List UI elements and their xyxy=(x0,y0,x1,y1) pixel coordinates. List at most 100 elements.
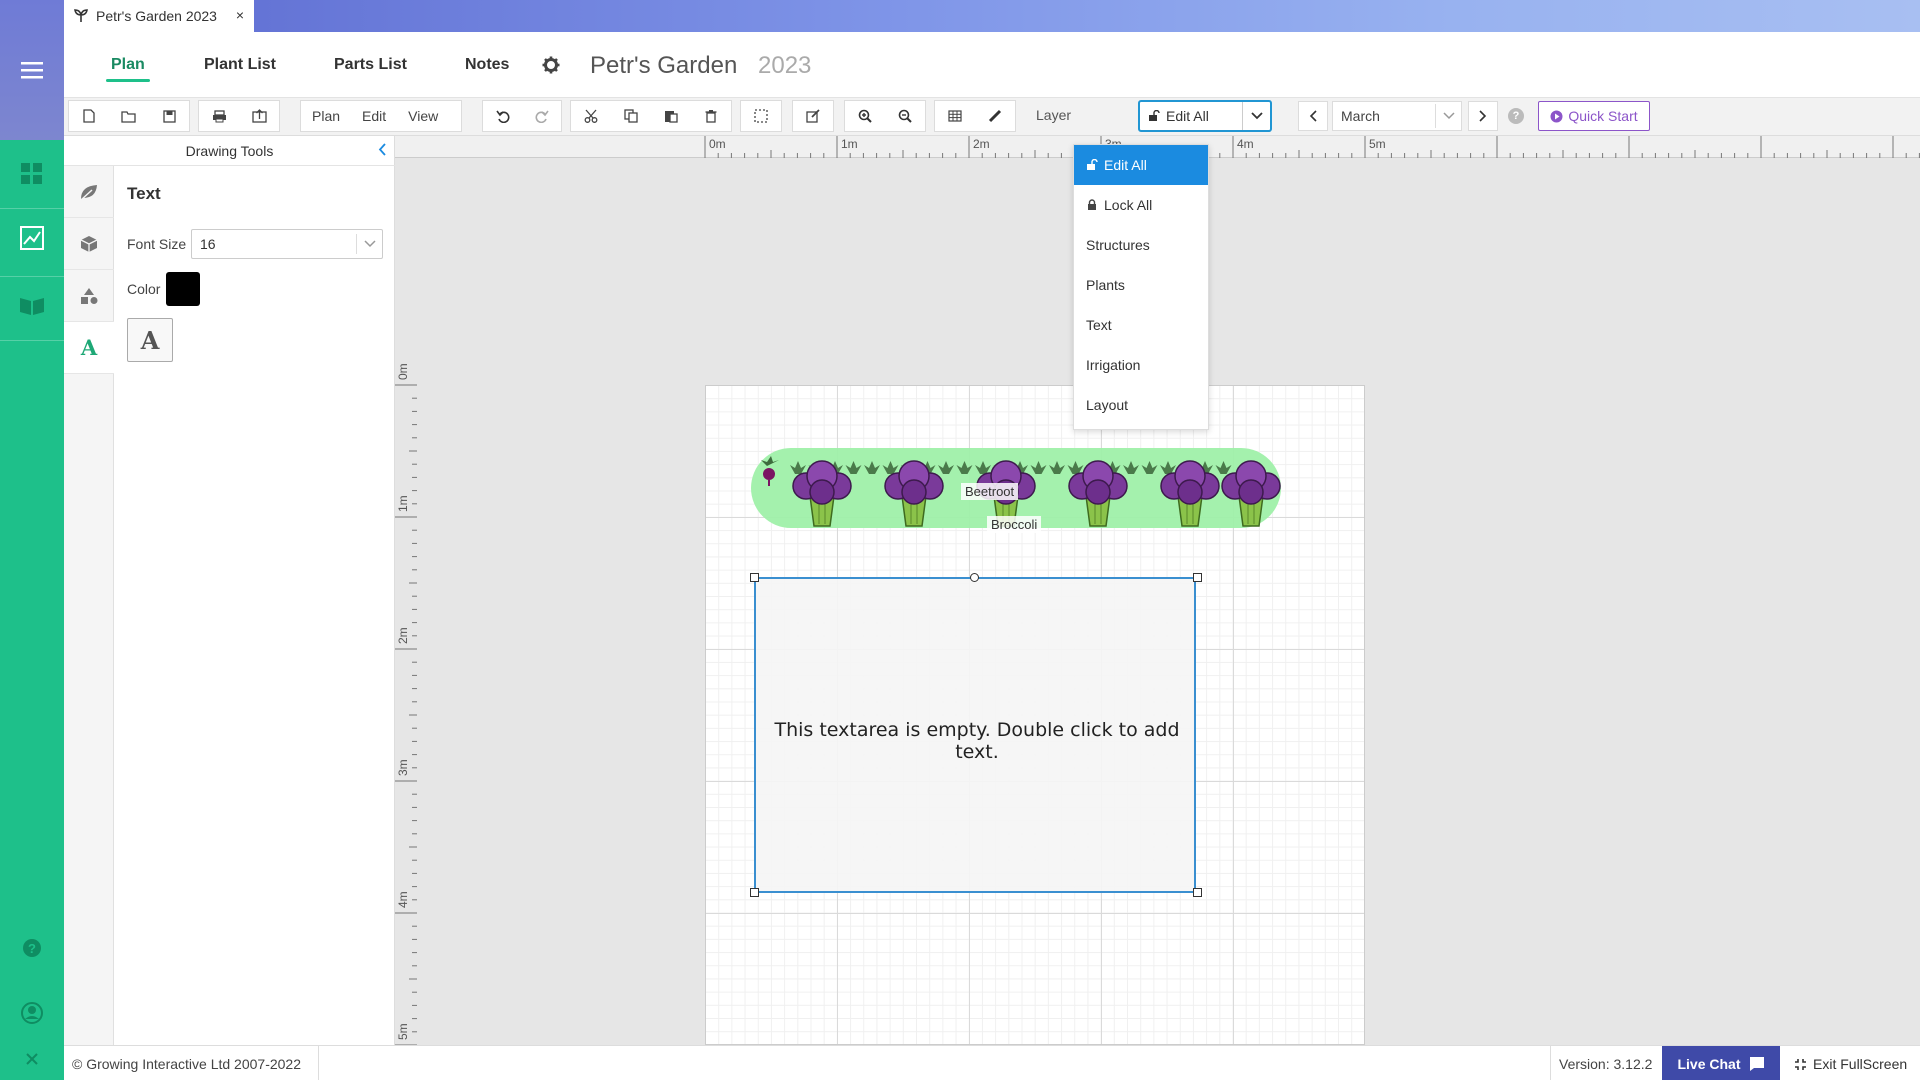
tab-plant-list[interactable]: Plant List xyxy=(204,56,276,74)
chevron-down-icon[interactable] xyxy=(1242,102,1270,130)
cut-icon[interactable] xyxy=(571,101,611,131)
select-area-icon[interactable] xyxy=(741,101,781,131)
tab-close-icon[interactable]: × xyxy=(236,7,244,23)
tab-parts-list[interactable]: Parts List xyxy=(334,56,407,74)
new-file-icon[interactable] xyxy=(69,101,109,131)
plants-leaf-icon[interactable] xyxy=(64,166,114,218)
beetroot-plant xyxy=(845,461,862,474)
ruler-label: 5m xyxy=(396,1023,410,1040)
ruler-label: 5m xyxy=(1369,137,1386,151)
plant-label-broccoli[interactable]: Broccoli xyxy=(987,516,1042,533)
color-label: Color xyxy=(127,281,161,297)
undo-icon[interactable] xyxy=(483,101,522,131)
ruler-label: 2m xyxy=(973,137,990,151)
menu-item-text[interactable]: Text xyxy=(1074,305,1208,345)
book-icon[interactable] xyxy=(0,276,64,336)
rotate-handle[interactable] xyxy=(970,573,979,582)
menu-item-irrigation[interactable]: Irrigation xyxy=(1074,345,1208,385)
menu-item-label: Plants xyxy=(1086,277,1125,293)
print-icon[interactable] xyxy=(199,101,239,131)
quick-start-button[interactable]: Quick Start xyxy=(1538,101,1650,131)
ruler-label: 2m xyxy=(396,627,410,644)
tool-category-column: A xyxy=(64,166,114,1045)
browser-tab[interactable]: Petr's Garden 2023 × xyxy=(64,0,254,32)
prev-month-button[interactable] xyxy=(1298,101,1328,131)
dashboard-icon[interactable] xyxy=(0,144,64,204)
delete-icon[interactable] xyxy=(691,101,731,131)
export-icon[interactable] xyxy=(239,101,279,131)
zoom-group xyxy=(844,100,926,132)
exit-fullscreen-label: Exit FullScreen xyxy=(1813,1056,1908,1072)
menu-item-structures[interactable]: Structures xyxy=(1074,225,1208,265)
ruler-vertical: 0m 1m 2m 3m 4m 5m xyxy=(395,158,417,1045)
copy-icon[interactable] xyxy=(611,101,651,131)
menu-group: Plan Edit View xyxy=(300,100,462,132)
menu-item-layout[interactable]: Layout xyxy=(1074,385,1208,425)
paste-icon[interactable] xyxy=(651,101,691,131)
help-circle-icon[interactable]: ? xyxy=(0,918,64,978)
open-folder-icon[interactable] xyxy=(109,101,149,131)
view-menu[interactable]: View xyxy=(397,101,449,131)
quick-start-label: Quick Start xyxy=(1568,108,1638,124)
close-icon[interactable] xyxy=(0,1038,64,1080)
hamburger-icon[interactable] xyxy=(0,40,64,100)
copyright-text: © Growing Interactive Ltd 2007-2022 xyxy=(72,1056,302,1072)
menu-item-lock-all[interactable]: Lock All xyxy=(1074,185,1208,225)
ruler-label: 1m xyxy=(396,495,410,512)
resize-handle[interactable] xyxy=(750,888,759,897)
measure-pencil-icon[interactable] xyxy=(975,101,1015,131)
play-circle-icon xyxy=(1550,110,1563,122)
text-area-object[interactable]: This textarea is empty. Double click to … xyxy=(754,577,1196,893)
structures-box-icon[interactable] xyxy=(64,218,114,270)
add-text-button[interactable]: A xyxy=(127,318,173,362)
active-tab-indicator xyxy=(106,79,150,82)
save-icon[interactable] xyxy=(149,101,189,131)
live-chat-button[interactable]: Live Chat xyxy=(1662,1046,1780,1080)
clipboard-group xyxy=(570,100,732,132)
ruler-label: 4m xyxy=(396,891,410,908)
grid-icon[interactable] xyxy=(935,101,975,131)
text-tool-icon[interactable]: A xyxy=(64,322,114,374)
month-select[interactable]: March xyxy=(1332,101,1462,131)
plan-menu[interactable]: Plan xyxy=(301,101,351,131)
browser-tab-strip xyxy=(64,0,1920,32)
menu-item-label: Edit All xyxy=(1104,157,1147,173)
edit-group xyxy=(792,100,834,132)
resize-handle[interactable] xyxy=(1193,573,1202,582)
chart-icon[interactable] xyxy=(0,208,64,268)
font-size-select[interactable]: 16 xyxy=(191,229,383,259)
plant-label-beetroot[interactable]: Beetroot xyxy=(961,483,1019,500)
resize-handle[interactable] xyxy=(1193,888,1202,897)
beetroot-plant xyxy=(1215,461,1232,474)
color-swatch[interactable] xyxy=(166,272,200,306)
menu-item-plants[interactable]: Plants xyxy=(1074,265,1208,305)
menu-item-label: Text xyxy=(1086,317,1112,333)
exit-fullscreen-button[interactable]: Exit FullScreen xyxy=(1794,1056,1907,1072)
font-size-value: 16 xyxy=(200,236,216,252)
collapse-chevron-left-icon[interactable] xyxy=(378,143,386,159)
tab-notes[interactable]: Notes xyxy=(465,56,509,74)
garden-title[interactable]: Petr's Garden xyxy=(590,52,737,80)
edit-pencil-icon[interactable] xyxy=(793,101,833,131)
beetroot-plant xyxy=(938,461,954,474)
font-size-label: Font Size xyxy=(127,236,187,252)
beetroot-plant xyxy=(790,461,806,474)
chevron-down-icon xyxy=(1435,104,1461,128)
resize-handle[interactable] xyxy=(750,573,759,582)
edit-menu[interactable]: Edit xyxy=(351,101,397,131)
unlock-icon xyxy=(1087,159,1098,170)
zoom-in-icon[interactable] xyxy=(845,101,885,131)
tab-plan[interactable]: Plan xyxy=(111,56,145,74)
drawing-tools-panel: Drawing Tools A Text Font Size 16 Color … xyxy=(64,136,395,1045)
next-month-button[interactable] xyxy=(1468,101,1498,131)
menu-item-edit-all[interactable]: Edit All xyxy=(1074,145,1208,185)
chevron-left-icon xyxy=(1309,110,1317,122)
zoom-out-icon[interactable] xyxy=(885,101,925,131)
gear-icon[interactable] xyxy=(542,56,560,77)
user-icon[interactable] xyxy=(0,983,64,1043)
redo-icon[interactable] xyxy=(522,101,561,131)
question-icon[interactable]: ? xyxy=(1508,108,1524,124)
layer-select[interactable]: Edit All xyxy=(1138,100,1272,132)
shapes-icon[interactable] xyxy=(64,270,114,322)
version-text: Version: 3.12.2 xyxy=(1559,1056,1653,1072)
